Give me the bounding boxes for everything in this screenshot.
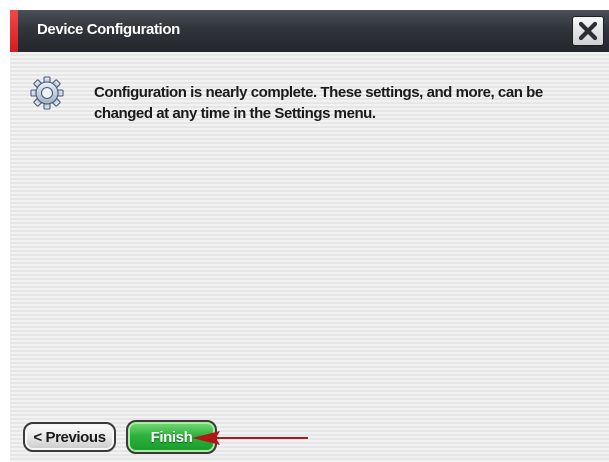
configuration-message: Configuration is nearly complete. These …	[94, 84, 543, 122]
pointer-arrow-icon	[192, 431, 308, 445]
previous-button[interactable]: < Previous	[23, 422, 116, 452]
title-accent-strip	[10, 10, 18, 52]
gear-icon	[30, 76, 64, 110]
close-button[interactable]	[572, 16, 604, 46]
device-configuration-dialog: Device Configuration Configuration is ne…	[10, 10, 609, 462]
dialog-content: Configuration is nearly complete. These …	[10, 52, 609, 462]
close-x-icon	[578, 21, 598, 41]
dialog-title: Device Configuration	[37, 21, 180, 38]
title-bar: Device Configuration	[10, 10, 609, 52]
